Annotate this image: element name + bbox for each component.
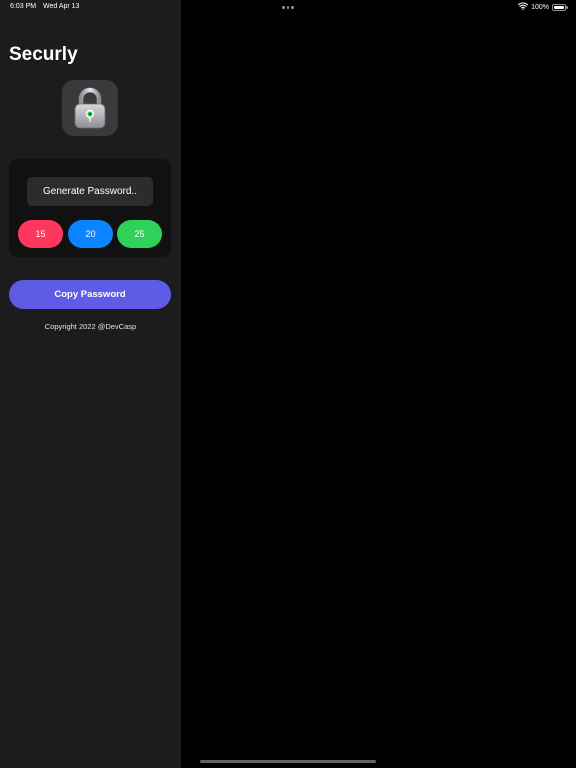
status-date: Wed Apr 13 xyxy=(43,3,80,10)
status-time: 6:03 PM xyxy=(10,3,37,10)
copy-password-button[interactable]: Copy Password xyxy=(9,280,171,309)
wifi-icon xyxy=(518,2,529,12)
length-15-label: 15 xyxy=(35,229,46,239)
multitasking-dots-icon[interactable] xyxy=(282,6,294,9)
padlock-icon xyxy=(62,80,118,136)
length-25-label: 25 xyxy=(134,229,145,239)
battery-percent: 100% xyxy=(531,3,549,11)
home-indicator[interactable] xyxy=(200,760,376,763)
detail-pane xyxy=(181,0,576,768)
length-20-label: 20 xyxy=(85,229,96,239)
copyright-text: Copyright 2022 @DevCasp xyxy=(44,322,137,331)
password-card: Generate Password.. 15 20 25 xyxy=(9,159,171,257)
sidebar: Securly Generate Password.. 15 20 25 Cop… xyxy=(0,0,181,768)
app-title: Securly xyxy=(9,44,78,65)
generate-password-button[interactable]: Generate Password.. xyxy=(27,177,153,206)
status-indicators: 100% xyxy=(518,2,568,12)
battery-icon xyxy=(552,3,568,11)
status-bar: 6:03 PM Wed Apr 13 100% xyxy=(0,0,576,16)
length-15-button[interactable]: 15 xyxy=(18,220,63,248)
length-25-button[interactable]: 25 xyxy=(117,220,162,248)
length-20-button[interactable]: 20 xyxy=(68,220,113,248)
